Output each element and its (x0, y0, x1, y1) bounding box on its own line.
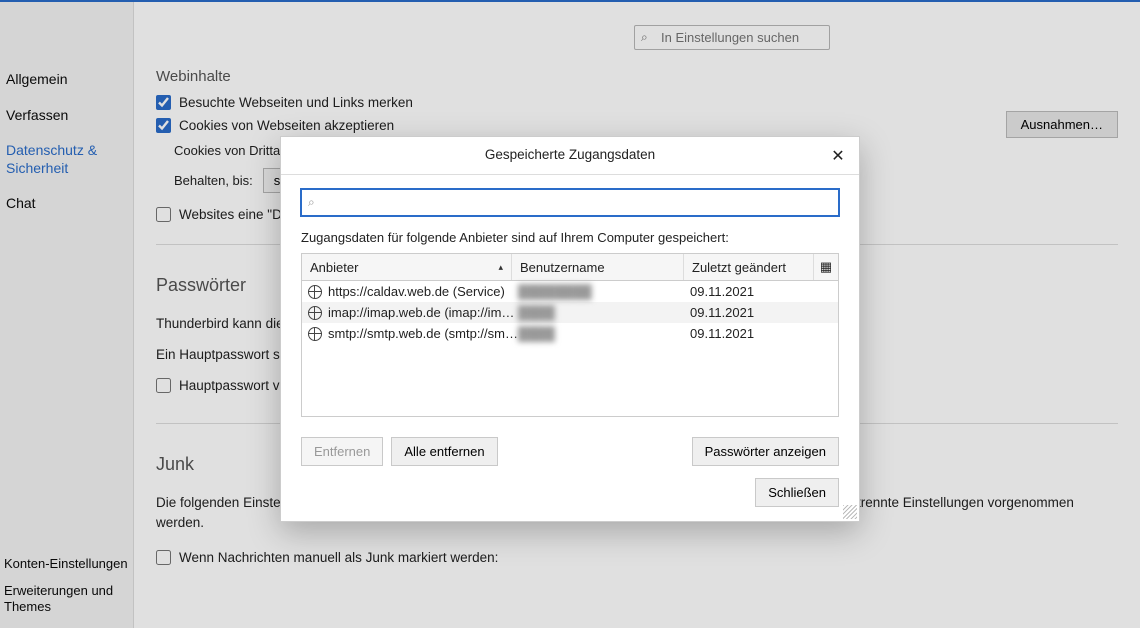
dialog-description: Zugangsdaten für folgende Anbieter sind … (301, 230, 839, 245)
column-user[interactable]: Benutzername (512, 254, 684, 280)
sort-asc-icon: ▴ (498, 262, 503, 273)
resize-grip[interactable] (843, 505, 857, 519)
globe-icon (308, 285, 322, 299)
column-changed[interactable]: Zuletzt geändert (684, 254, 814, 280)
globe-icon (308, 327, 322, 341)
column-picker[interactable]: ▦ (814, 254, 838, 280)
logins-table: Anbieter▴ Benutzername Zuletzt geändert … (301, 253, 839, 417)
close-dialog-button[interactable]: Schließen (755, 478, 839, 507)
table-row[interactable]: https://caldav.web.de (Service) ████████… (302, 281, 838, 302)
show-passwords-button[interactable]: Passwörter anzeigen (692, 437, 839, 466)
table-row[interactable]: imap://imap.web.de (imap://imap.web… ███… (302, 302, 838, 323)
logins-search-input[interactable] (301, 189, 839, 216)
remove-all-button[interactable]: Alle entfernen (391, 437, 497, 466)
remove-button[interactable]: Entfernen (301, 437, 383, 466)
column-provider[interactable]: Anbieter▴ (302, 254, 512, 280)
dialog-title: Gespeicherte Zugangsdaten (485, 147, 655, 162)
close-button[interactable]: ✕ (827, 145, 849, 167)
table-row[interactable]: smtp://smtp.web.de (smtp://smtp.web… ███… (302, 323, 838, 344)
globe-icon (308, 306, 322, 320)
close-icon: ✕ (831, 146, 844, 166)
columns-icon: ▦ (820, 259, 832, 275)
saved-logins-dialog: Gespeicherte Zugangsdaten ✕ ⌕ Zugangsdat… (280, 136, 860, 522)
search-icon: ⌕ (308, 195, 315, 210)
